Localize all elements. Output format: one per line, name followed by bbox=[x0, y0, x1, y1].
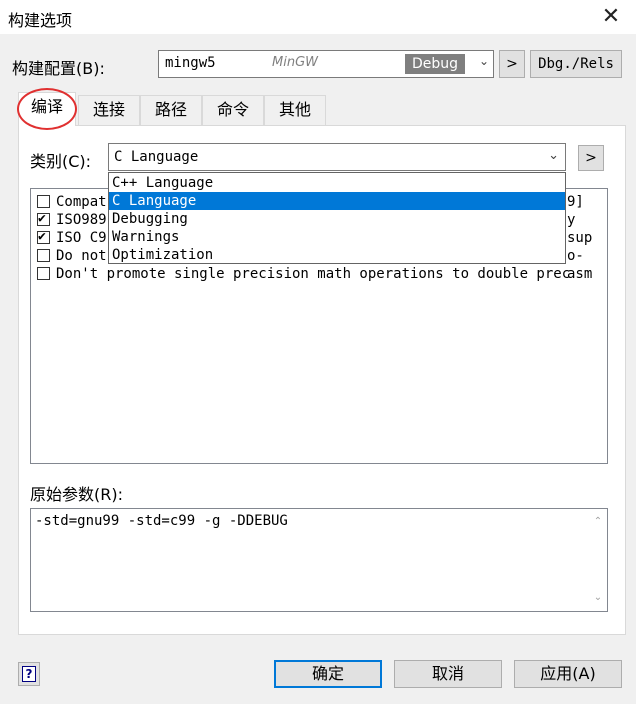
tab-link[interactable]: 连接 bbox=[78, 95, 140, 125]
dropdown-item-selected[interactable]: C Language bbox=[109, 192, 565, 210]
option-row[interactable]: Compat bbox=[37, 193, 107, 211]
apply-button[interactable]: 应用(A) bbox=[514, 660, 622, 688]
checkbox[interactable] bbox=[37, 249, 50, 262]
raw-params-label: 原始参数(R): bbox=[30, 485, 123, 504]
option-label: Don't promote single precision math oper… bbox=[56, 266, 571, 282]
option-text-fragment: 9] bbox=[567, 194, 584, 210]
checkbox[interactable]: ✔ bbox=[37, 211, 50, 226]
option-text-fragment: o-asm bbox=[567, 248, 593, 282]
config-mode-badge: Debug bbox=[405, 54, 465, 74]
dropdown-item[interactable]: C++ Language bbox=[109, 174, 565, 192]
title-bar: 构建选项 ✕ bbox=[0, 0, 636, 34]
config-name: mingw5 bbox=[165, 55, 216, 71]
help-icon: ? bbox=[22, 666, 36, 682]
chevron-down-icon: ⌄ bbox=[548, 148, 559, 163]
option-label: ISO989 bbox=[56, 212, 107, 228]
window-title: 构建选项 bbox=[8, 11, 73, 30]
dropdown-item[interactable]: Optimization bbox=[109, 246, 565, 264]
raw-params-textarea[interactable]: -std=gnu99 -std=c99 -g -DDEBUG ⌃ ⌄ bbox=[30, 508, 608, 612]
checkbox[interactable] bbox=[37, 267, 50, 280]
tab-other[interactable]: 其他 bbox=[264, 95, 326, 125]
tab-compile[interactable]: 编译 bbox=[18, 92, 76, 126]
build-config-label: 构建配置(B): bbox=[12, 59, 105, 78]
option-label: ISO C9 bbox=[56, 230, 107, 246]
checkmark-icon: ✔ bbox=[38, 211, 46, 226]
option-row[interactable]: Don't promote single precision math oper… bbox=[37, 265, 570, 283]
ok-button[interactable]: 确定 bbox=[274, 660, 382, 688]
option-label: Compat bbox=[56, 194, 107, 210]
dbg-rels-button[interactable]: Dbg./Rels bbox=[530, 50, 622, 78]
cancel-button[interactable]: 取消 bbox=[394, 660, 502, 688]
option-row[interactable]: ✔ ISO989 bbox=[37, 211, 107, 229]
category-dropdown[interactable]: C++ Language C Language Debugging Warnin… bbox=[108, 172, 566, 264]
checkbox[interactable] bbox=[37, 195, 50, 208]
scroll-up-icon[interactable]: ⌃ bbox=[589, 513, 607, 531]
vertical-scrollbar[interactable]: ⌃ ⌄ bbox=[589, 509, 607, 611]
close-icon[interactable]: ✕ bbox=[596, 2, 626, 32]
category-value: C Language bbox=[114, 149, 199, 165]
build-config-select[interactable]: mingw5 MinGW Debug ⌄ bbox=[158, 50, 494, 78]
chevron-down-icon: ⌄ bbox=[478, 54, 489, 68]
checkmark-icon: ✔ bbox=[38, 229, 46, 244]
option-label: Do not bbox=[56, 248, 107, 264]
category-label: 类别(C): bbox=[30, 152, 92, 171]
checkbox[interactable]: ✔ bbox=[37, 229, 50, 244]
dropdown-item[interactable]: Warnings bbox=[109, 228, 565, 246]
config-toolchain: MinGW bbox=[272, 55, 318, 70]
dropdown-item[interactable]: Debugging bbox=[109, 210, 565, 228]
help-button[interactable]: ? bbox=[18, 662, 40, 686]
tab-commands[interactable]: 命令 bbox=[202, 95, 264, 125]
category-next-button[interactable]: > bbox=[578, 145, 604, 171]
option-row[interactable]: Do not bbox=[37, 247, 107, 265]
option-row[interactable]: ✔ ISO C9 bbox=[37, 229, 107, 247]
raw-params-value: -std=gnu99 -std=c99 -g -DDEBUG bbox=[35, 513, 288, 529]
config-next-button[interactable]: > bbox=[499, 50, 525, 78]
tab-paths[interactable]: 路径 bbox=[140, 95, 202, 125]
category-select[interactable]: C Language ⌄ bbox=[108, 143, 566, 171]
scroll-down-icon[interactable]: ⌄ bbox=[589, 589, 607, 607]
option-text-fragment: y sup bbox=[567, 212, 593, 246]
